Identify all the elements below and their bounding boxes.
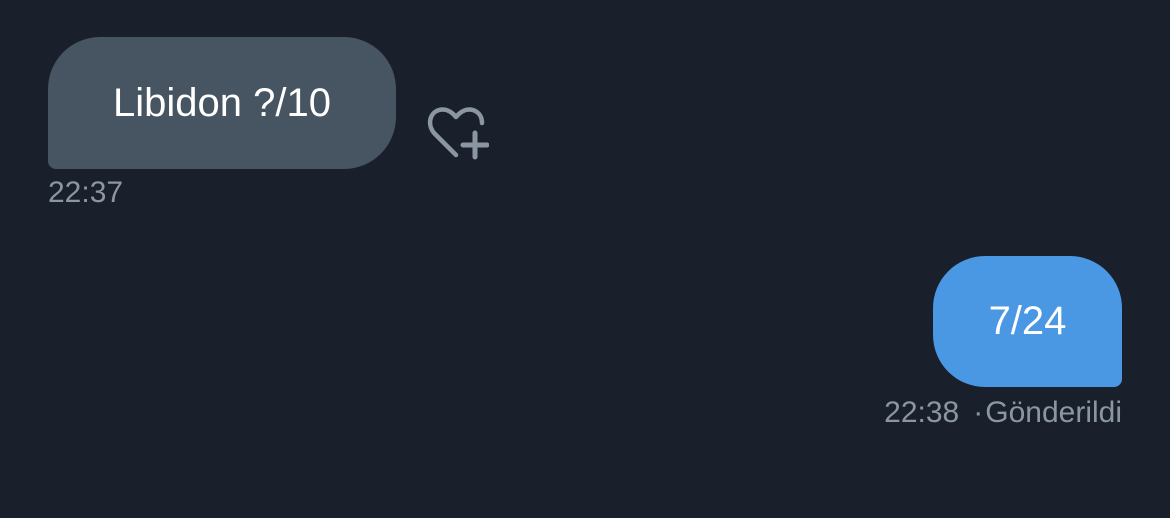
received-message-text: Libidon ?/10 [113,80,331,125]
message-thread: Libidon ?/10 22:37 7/24 22:38 · Gönderil… [0,0,1170,518]
sent-message-text: 7/24 [988,299,1067,343]
received-message-time: 22:37 [48,176,124,209]
sent-message-time: 22:38 [884,396,960,429]
add-reaction-button[interactable] [422,104,490,162]
received-message-bubble[interactable]: Libidon ?/10 [48,37,396,169]
sent-message-bubble[interactable]: 7/24 [933,256,1122,387]
meta-separator: · [973,396,984,429]
heart-plus-icon [427,107,489,160]
sent-message-status: Gönderildi [985,396,1122,429]
sent-message-meta: 22:38 · Gönderildi [884,396,1122,430]
